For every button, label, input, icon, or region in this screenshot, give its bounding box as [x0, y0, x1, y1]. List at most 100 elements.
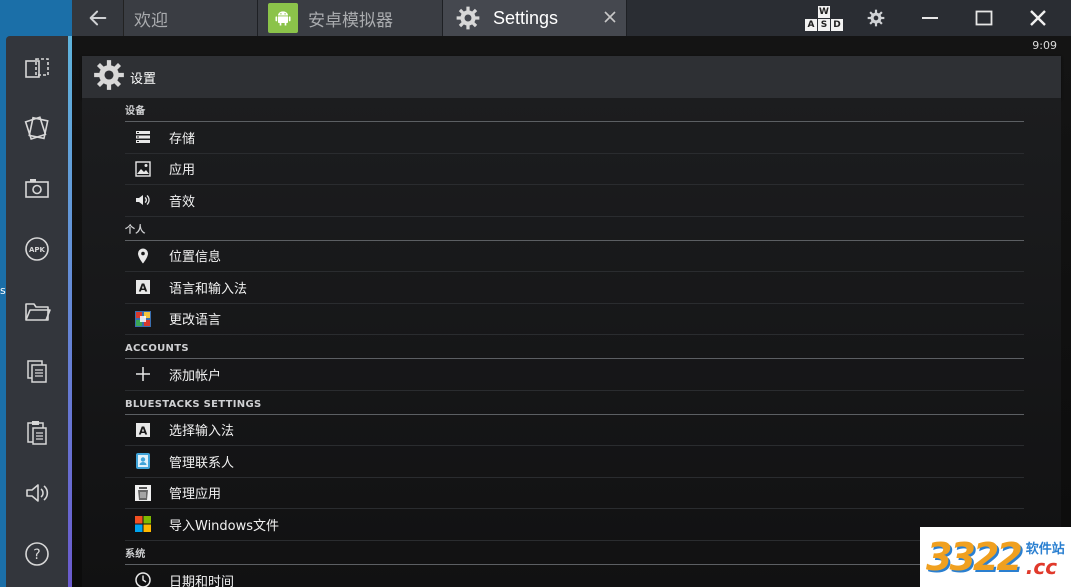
tab-bar: 欢迎 安卓模拟器 Settings W A S D: [72, 0, 1071, 36]
help-icon: ?: [25, 542, 49, 566]
sidebar-rotate[interactable]: [6, 48, 68, 88]
back-arrow-icon: [89, 10, 106, 26]
settings-button[interactable]: [849, 0, 903, 36]
settings-item-sound[interactable]: 音效: [125, 185, 1024, 217]
site-watermark-logo: 3322 软件站 .cc: [920, 527, 1071, 587]
windows-icon: [133, 514, 153, 534]
svg-text:A: A: [139, 424, 148, 437]
apk-icon: APK: [25, 237, 49, 261]
settings-item-label: 音效: [169, 194, 196, 210]
sidebar-folder[interactable]: [6, 291, 68, 331]
location-icon: [133, 246, 153, 266]
tab-welcome-label: 欢迎: [134, 10, 168, 31]
settings-list: 设备 存储 应用 音效 个人 位置信息 A 语言和输入法 更改语言 ACCOUN…: [125, 98, 1024, 587]
settings-app-icon: [92, 58, 126, 96]
clock-icon: [133, 570, 153, 587]
key-a: A: [805, 18, 817, 31]
settings-item-label: 日期和时间: [169, 574, 235, 587]
section-header-device: 设备: [125, 98, 1024, 122]
tab-bar-spacer: [627, 0, 799, 36]
settings-item-label: 管理应用: [169, 487, 222, 503]
settings-item-label: 更改语言: [169, 313, 222, 329]
sound-icon: [133, 190, 153, 210]
settings-item-label: 位置信息: [169, 250, 222, 266]
apps-icon: [133, 159, 153, 179]
section-header-personal: 个人: [125, 217, 1024, 241]
close-button[interactable]: [1011, 0, 1065, 36]
sidebar-paste[interactable]: [6, 412, 68, 452]
keyboard-mapping-button[interactable]: W A S D: [799, 0, 849, 36]
sidebar-camera[interactable]: [6, 168, 68, 208]
tab-welcome[interactable]: 欢迎: [124, 0, 258, 36]
settings-item-label: 添加帐户: [169, 368, 222, 384]
svg-text:APK: APK: [29, 246, 46, 254]
storage-icon: [133, 127, 153, 147]
settings-content: 设备 存储 应用 音效 个人 位置信息 A 语言和输入法 更改语言 ACCOUN…: [82, 98, 1061, 587]
settings-item-label: 应用: [169, 163, 196, 179]
section-header-bluestacks: BLUESTACKS SETTINGS: [125, 391, 1024, 415]
settings-item-label: 导入Windows文件: [169, 518, 280, 534]
sidebar-help[interactable]: ?: [6, 534, 68, 574]
tab-settings[interactable]: Settings: [443, 0, 627, 36]
key-d: D: [831, 18, 843, 31]
section-header-accounts: ACCOUNTS: [125, 335, 1024, 359]
svg-text:?: ?: [33, 547, 40, 563]
watermark-suffix: .cc: [1025, 554, 1058, 579]
settings-item-manage-apps[interactable]: 管理应用: [125, 478, 1024, 509]
gear-icon: [867, 9, 885, 27]
status-bar: 9:09: [72, 36, 1071, 56]
settings-action-bar: 设置: [82, 56, 1061, 98]
maximize-icon: [975, 10, 993, 26]
settings-item-location[interactable]: 位置信息: [125, 241, 1024, 272]
settings-item-language-input[interactable]: A 语言和输入法: [125, 272, 1024, 304]
minimize-icon: [922, 17, 938, 19]
sidebar-shake[interactable]: [6, 108, 68, 148]
sidebar-copy[interactable]: [6, 351, 68, 391]
key-w: W: [818, 5, 830, 18]
settings-item-label: 语言和输入法: [169, 281, 248, 297]
back-button[interactable]: [72, 0, 124, 36]
paste-icon: [27, 421, 47, 445]
svg-text:A: A: [139, 282, 148, 295]
tab-android-label: 安卓模拟器: [308, 10, 393, 31]
settings-item-label: 存储: [169, 131, 196, 147]
page-title: 设置: [130, 71, 157, 87]
settings-item-storage[interactable]: 存储: [125, 122, 1024, 154]
maximize-button[interactable]: [957, 0, 1011, 36]
settings-item-change-language[interactable]: 更改语言: [125, 304, 1024, 335]
sidebar-apk-install[interactable]: APK: [6, 229, 68, 269]
settings-gear-icon: [453, 3, 483, 33]
tab-close-icon[interactable]: [602, 9, 618, 25]
rotate-icon: [25, 58, 49, 78]
settings-item-select-input-method[interactable]: A 选择输入法: [125, 415, 1024, 446]
plus-icon: [133, 364, 153, 384]
desktop-text-fragment: s: [0, 284, 6, 297]
settings-item-add-account[interactable]: 添加帐户: [125, 359, 1024, 391]
contacts-icon: [133, 451, 153, 471]
settings-item-date-time[interactable]: 日期和时间: [125, 565, 1024, 587]
tab-settings-label: Settings: [493, 7, 559, 28]
camera-icon: [25, 179, 49, 198]
android-screen: 9:09 设置 设备 存储 应用 音效 个人 位置信息 A 语言和输入法 更改语…: [72, 36, 1071, 587]
language-input-icon: A: [133, 277, 153, 297]
key-s: S: [818, 18, 830, 31]
settings-item-label: 选择输入法: [169, 424, 235, 440]
minimize-button[interactable]: [903, 0, 957, 36]
volume-icon: [26, 484, 49, 502]
manage-apps-icon: [133, 483, 153, 503]
section-header-system: 系统: [125, 541, 1024, 565]
input-method-icon: A: [133, 420, 153, 440]
watermark-site: 软件站: [1025, 541, 1065, 557]
android-icon: [268, 3, 298, 33]
settings-item-import-windows-files[interactable]: 导入Windows文件: [125, 509, 1024, 541]
change-language-icon: [133, 309, 153, 329]
status-clock: 9:09: [1032, 39, 1057, 52]
sidebar-volume[interactable]: [6, 473, 68, 513]
settings-item-label: 管理联系人: [169, 455, 235, 471]
tab-android-emulator[interactable]: 安卓模拟器: [258, 0, 443, 36]
window-controls: W A S D: [799, 0, 1071, 36]
shake-icon: [24, 116, 49, 141]
watermark-number: 3322: [926, 535, 1023, 579]
settings-item-manage-contacts[interactable]: 管理联系人: [125, 446, 1024, 478]
settings-item-apps[interactable]: 应用: [125, 154, 1024, 185]
